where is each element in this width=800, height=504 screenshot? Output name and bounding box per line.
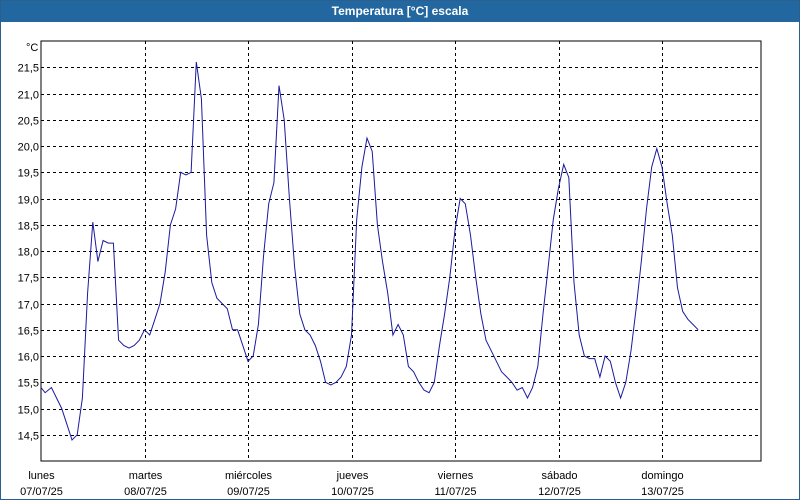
x-date-label: 08/07/25 bbox=[124, 486, 167, 498]
y-tick-label: 18,5 bbox=[18, 221, 39, 233]
x-day-label: viernes bbox=[438, 470, 474, 482]
y-tick-label: 17,5 bbox=[18, 273, 39, 285]
chart-area: °C 14,5 15,0 15,5 16,0 16,5 17,0 17,5 18,0 18,5 1… bbox=[1, 22, 799, 499]
y-tick-label: 15,0 bbox=[18, 405, 39, 417]
y-tick-label: 16,5 bbox=[18, 326, 39, 338]
x-day-label: martes bbox=[129, 470, 163, 482]
x-day-label: jueves bbox=[336, 470, 369, 482]
temperature-chart: °C 14,5 15,0 15,5 16,0 16,5 17,0 17,5 18,0 18,5 1… bbox=[18, 40, 762, 498]
x-day-label: miércoles bbox=[225, 470, 273, 482]
x-date-label: 13/07/25 bbox=[641, 486, 684, 498]
chart-window: Temperatura [°C] escala °C 14,5 15,0 15,5 1… bbox=[0, 0, 800, 500]
x-date-label: 11/07/25 bbox=[434, 486, 476, 498]
x-date-label: 12/07/25 bbox=[538, 486, 581, 498]
y-tick-label: 19,0 bbox=[18, 195, 39, 207]
y-tick-label: 18,0 bbox=[18, 247, 39, 259]
y-tick-label: 16,0 bbox=[18, 352, 39, 364]
y-tick-label: 20,0 bbox=[18, 142, 39, 154]
y-tick-label: 14,5 bbox=[18, 431, 39, 443]
x-date-label: 07/07/25 bbox=[20, 486, 63, 498]
x-day-label: lunes bbox=[28, 470, 55, 482]
y-tick-label: 21,5 bbox=[18, 63, 39, 75]
y-tick-label: 15,5 bbox=[18, 378, 39, 390]
y-tick-label: 21,0 bbox=[18, 90, 39, 102]
x-date-label: 09/07/25 bbox=[227, 486, 270, 498]
y-tick-label: 17,0 bbox=[18, 300, 39, 312]
x-date-label: 10/07/25 bbox=[331, 486, 374, 498]
y-tick-label: 20,5 bbox=[18, 116, 39, 128]
y-unit-label: °C bbox=[26, 42, 38, 54]
x-day-label: domingo bbox=[641, 470, 683, 482]
y-tick-label: 19,5 bbox=[18, 168, 39, 180]
x-day-label: sábado bbox=[541, 470, 577, 482]
window-title: Temperatura [°C] escala bbox=[1, 1, 799, 22]
